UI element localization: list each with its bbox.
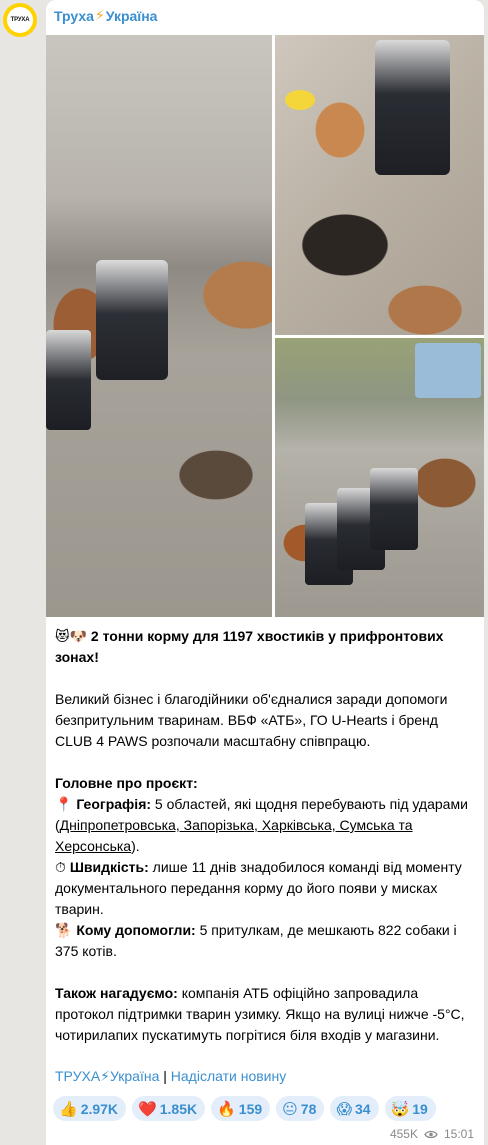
thumbs-up-icon: 👍 (59, 1099, 78, 1118)
dog-house-image (415, 343, 481, 398)
post-text: 😻🐶 2 тонни корму для 1197 хвостиків у пр… (55, 626, 479, 1046)
food-bag-image (96, 260, 168, 380)
channel-name-part1: Труха (54, 7, 94, 24)
scream-face-icon: 😱 (336, 1099, 352, 1118)
neutral-face-icon: 😐 (282, 1099, 298, 1118)
footer-separator: | (159, 1068, 171, 1084)
reaction-count: 159 (238, 1100, 263, 1117)
remind-label: Також нагадуємо: (55, 985, 178, 1001)
message-time: 15:01 (443, 1127, 474, 1141)
speed-label: Швидкість: (69, 859, 149, 875)
section-title: Головне про проєкт: (55, 775, 198, 791)
message-meta: 455K 15:01 (390, 1127, 474, 1141)
reaction-thumbs-up[interactable]: 👍 2.97K (53, 1096, 127, 1121)
pin-icon: 📍 (55, 796, 73, 812)
photo-album (46, 35, 484, 617)
reaction-mind-blown[interactable]: 🤯 19 (384, 1096, 436, 1121)
geo-regions: Дніпропетровська, Запорізька, Харківська… (55, 817, 413, 854)
geo-close: ). (131, 838, 140, 854)
food-bag-image (370, 468, 418, 550)
footer-links: ТРУХА⚡Україна | Надіслати новину (55, 1068, 286, 1085)
message-bubble: Труха ⚡ Україна 😻🐶 2 тонни корму для 119… (46, 0, 484, 1145)
photo-dogs-eating[interactable] (46, 35, 272, 617)
lightning-icon: ⚡ (94, 7, 105, 23)
view-count: 455K (389, 1127, 418, 1141)
channel-link[interactable]: ТРУХА⚡Україна (55, 1068, 159, 1084)
avatar-logo-text: ТРУХА (7, 7, 33, 33)
post-details: Головне про проєкт: 📍 Географія: 5 облас… (55, 773, 479, 962)
geo-label: Географія: (76, 796, 152, 812)
reaction-neutral[interactable]: 😐 78 (276, 1096, 325, 1121)
eye-icon (424, 1130, 438, 1138)
reaction-count: 2.97K (80, 1100, 119, 1117)
post-intro: Великий бізнес і благодійники об'єдналис… (55, 691, 448, 749)
reaction-count: 1.85K (159, 1100, 198, 1117)
channel-name-part2: Україна (105, 7, 158, 24)
photo-cats-eating[interactable] (275, 35, 484, 335)
headline-text: 2 тонни корму для 1197 хвостиків у прифр… (55, 628, 444, 665)
channel-avatar[interactable]: ТРУХА (3, 3, 37, 37)
dog-icon: 🐕 (55, 922, 73, 938)
food-bag-image (46, 330, 91, 430)
mind-blown-icon: 🤯 (390, 1099, 410, 1118)
reaction-fire[interactable]: 🔥 159 (211, 1096, 271, 1121)
stopwatch-icon: ⏱ (55, 859, 66, 875)
reaction-count: 78 (300, 1100, 317, 1117)
submit-news-link[interactable]: Надіслати новину (171, 1068, 286, 1084)
reaction-scream[interactable]: 😱 34 (330, 1096, 379, 1121)
channel-name[interactable]: Труха ⚡ Україна (54, 7, 157, 24)
photo-shelter-yard[interactable] (275, 338, 484, 617)
reaction-count: 34 (355, 1100, 371, 1117)
post-headline: 😻🐶 2 тонни корму для 1197 хвостиків у пр… (55, 626, 479, 668)
reaction-heart[interactable]: ❤️ 1.85K (132, 1096, 206, 1121)
fire-icon: 🔥 (217, 1099, 236, 1118)
bowl-image (285, 90, 315, 110)
reaction-count: 19 (412, 1100, 428, 1117)
food-bag-image (375, 40, 450, 175)
heart-icon: ❤️ (138, 1099, 157, 1118)
headline-emojis: 😻🐶 (55, 628, 88, 644)
post-reminder: Також нагадуємо: компанія АТБ офіційно з… (55, 983, 479, 1046)
reactions-bar: 👍 2.97K ❤️ 1.85K 🔥 159 😐 78 😱 34 🤯 19 (53, 1096, 436, 1121)
who-label: Кому допомогли: (76, 922, 196, 938)
